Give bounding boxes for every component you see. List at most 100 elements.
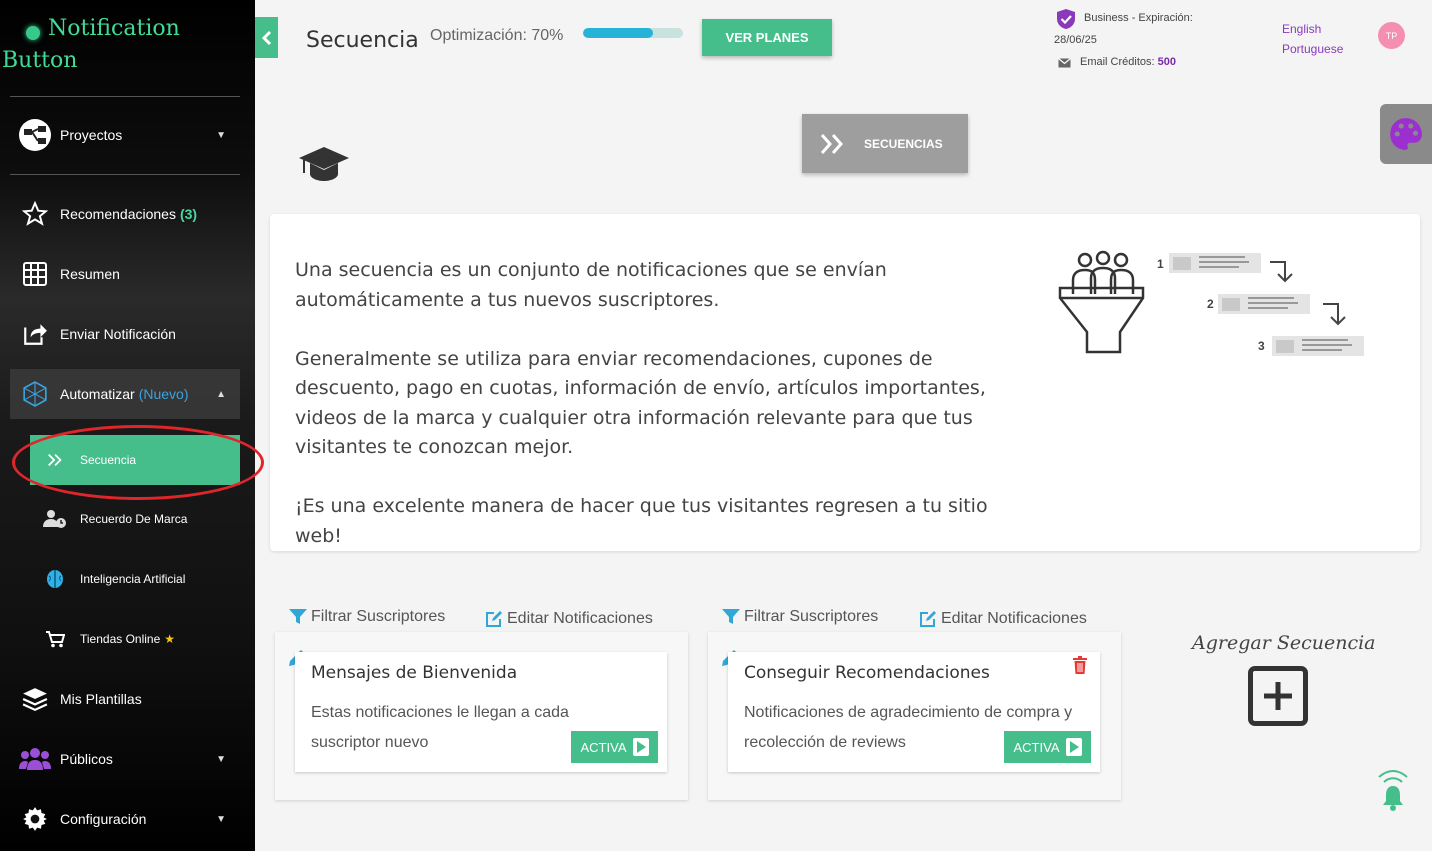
plan-label: Business - Expiración: — [1084, 12, 1193, 24]
sequence-actions: Filtrar Suscriptores Editar Notificacion… — [289, 608, 709, 634]
sidebar-subitem-recuerdo-de-marca[interactable]: Recuerdo De Marca — [30, 494, 240, 544]
sequence-title: Mensajes de Bienvenida — [311, 663, 518, 683]
layers-icon — [10, 686, 60, 712]
secuencias-button-label: SECUENCIAS — [864, 136, 943, 151]
play-icon — [1065, 738, 1082, 756]
sidebar-subitem-inteligencia-artificial[interactable]: Inteligencia Artificial — [30, 554, 240, 604]
sidebar-divider — [10, 174, 240, 175]
credits-label: Email Créditos: — [1080, 56, 1155, 68]
intro-paragraph-1: Una secuencia es un conjunto de notifica… — [295, 259, 887, 311]
recommendations-count: (3) — [179, 206, 198, 222]
app-logo[interactable]: Notification Button — [0, 10, 255, 80]
status-label: ACTIVA — [1013, 739, 1060, 755]
sidebar-item-label: Automatizar — [60, 386, 135, 402]
star-badge-icon: ★ — [164, 632, 176, 646]
edit-notifications-label: Editar Notificaciones — [507, 610, 653, 627]
sidebar-item-label: Resumen — [60, 266, 120, 282]
sidebar-item-label: Proyectos — [60, 127, 123, 143]
sidebar-subitem-label: Inteligencia Artificial — [80, 572, 186, 586]
caret-down-icon: ▼ — [216, 753, 226, 765]
activa-status-button[interactable]: ACTIVA — [1004, 731, 1091, 763]
star-icon — [10, 201, 60, 227]
intro-paragraph-2: Generalmente se utiliza para enviar reco… — [295, 347, 986, 459]
step-number: 2 — [1207, 297, 1214, 311]
credits-value: 500 — [1157, 56, 1176, 68]
sidebar-item-proyectos[interactable]: Proyectos ▼ — [10, 110, 240, 160]
envelope-icon — [1058, 58, 1071, 68]
language-english[interactable]: English — [1282, 22, 1321, 36]
intro-paragraph-3: ¡Es una excelente manera de hacer que tu… — [295, 495, 988, 547]
sidebar-item-label: Públicos — [60, 751, 113, 767]
automation-icon — [10, 381, 60, 407]
graduation-cap-icon — [299, 147, 349, 181]
sequence-card-frame: Mensajes de Bienvenida Estas notificacio… — [275, 632, 688, 800]
sidebar-item-label: Mis Plantillas — [60, 691, 142, 707]
annotation-ellipse — [12, 425, 264, 500]
plan-expiration-date: 28/06/25 — [1054, 34, 1097, 46]
add-sequence-button[interactable] — [1248, 666, 1308, 726]
edit-notifications-label: Editar Notificaciones — [941, 610, 1087, 627]
grid-icon — [10, 262, 60, 286]
sidebar-item-automatizar[interactable]: Automatizar (Nuevo) ▲ — [10, 369, 240, 419]
sequence-card-frame: Conseguir Recomendaciones Notificaciones… — [708, 632, 1121, 800]
sidebar-item-label: Configuración — [60, 811, 147, 827]
logo-text-line1: Notification — [48, 16, 180, 41]
sidebar-item-recomendaciones[interactable]: Recomendaciones (3) — [10, 189, 240, 239]
optimization-progress-fill — [583, 28, 653, 38]
notification-bell-icon[interactable] — [1376, 768, 1410, 812]
filter-subscribers-link[interactable]: Filtrar Suscriptores — [722, 608, 878, 626]
sidebar-item-configuracion[interactable]: Configuración ▼ — [10, 794, 240, 844]
optimization-label: Optimización: 70% — [430, 27, 564, 44]
plus-icon — [1264, 682, 1292, 710]
filter-subscribers-label: Filtrar Suscriptores — [744, 608, 879, 625]
share-icon — [10, 321, 60, 347]
new-badge: (Nuevo) — [138, 386, 189, 402]
shield-check-icon — [1057, 9, 1075, 29]
sequence-title: Conseguir Recomendaciones — [744, 663, 990, 683]
double-chevron-icon — [802, 132, 864, 156]
sidebar-divider — [10, 96, 240, 97]
chevron-left-icon — [261, 30, 271, 45]
step-number: 3 — [1258, 339, 1265, 353]
sidebar-item-enviar-notificacion[interactable]: Enviar Notificación — [10, 309, 240, 359]
trash-icon[interactable] — [1072, 656, 1088, 674]
caret-down-icon: ▼ — [216, 129, 226, 141]
sidebar-item-publicos[interactable]: Públicos ▼ — [10, 734, 240, 784]
secuencias-button[interactable]: SECUENCIAS — [802, 114, 968, 173]
edit-notifications-link[interactable]: Editar Notificaciones — [485, 610, 653, 628]
add-sequence-label: Agregar Secuencia — [1192, 632, 1376, 654]
activa-status-button[interactable]: ACTIVA — [571, 731, 658, 763]
sidebar-subitem-tiendas-online[interactable]: Tiendas Online ★ — [30, 614, 240, 664]
brain-icon — [30, 569, 80, 589]
caret-down-icon: ▼ — [216, 813, 226, 825]
user-avatar[interactable]: TP — [1378, 22, 1405, 49]
sidebar-subitem-label: Tiendas Online — [80, 632, 161, 646]
step-number: 1 — [1157, 257, 1164, 271]
theme-palette-button[interactable] — [1380, 104, 1432, 164]
edit-icon — [920, 611, 936, 627]
play-icon — [632, 738, 649, 756]
sequence-funnel-illustration: 1 2 3 — [1058, 250, 1364, 356]
filter-subscribers-link[interactable]: Filtrar Suscriptores — [289, 608, 445, 626]
sidebar-item-resumen[interactable]: Resumen — [10, 249, 240, 299]
sidebar-item-mis-plantillas[interactable]: Mis Plantillas — [10, 674, 240, 724]
ver-planes-button[interactable]: VER PLANES — [702, 19, 832, 56]
filter-subscribers-label: Filtrar Suscriptores — [311, 608, 446, 625]
sequence-description: Una secuencia es un conjunto de notifica… — [295, 256, 1025, 581]
filter-icon — [289, 609, 307, 624]
sidebar-item-label: Recomendaciones — [60, 206, 176, 222]
cart-icon — [30, 630, 80, 648]
language-portuguese[interactable]: Portuguese — [1282, 42, 1343, 56]
user-clock-icon — [30, 509, 80, 529]
edit-icon — [486, 611, 502, 627]
sidebar-collapse-button[interactable] — [255, 17, 278, 58]
users-icon — [10, 747, 60, 771]
email-credits: Email Créditos: 500 — [1080, 52, 1176, 73]
caret-up-icon: ▲ — [216, 388, 226, 400]
project-tree-icon — [10, 118, 60, 152]
palette-icon — [1390, 118, 1422, 150]
sidebar-subitem-label: Recuerdo De Marca — [80, 512, 188, 526]
page-title: Secuencia — [306, 28, 419, 53]
optimization-progress-bar — [583, 28, 683, 38]
edit-notifications-link[interactable]: Editar Notificaciones — [919, 610, 1087, 628]
